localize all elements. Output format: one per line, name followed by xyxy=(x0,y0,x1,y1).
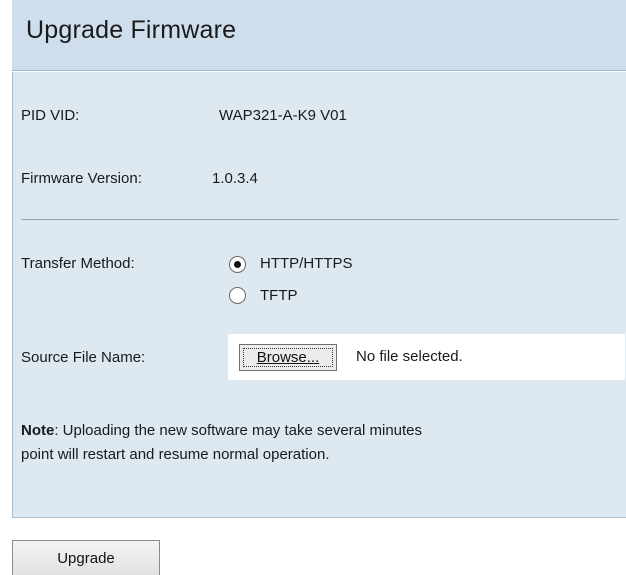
note-prefix: Note xyxy=(21,422,55,439)
browse-button-label: Browse... xyxy=(256,349,320,366)
radio-tftp[interactable] xyxy=(229,287,246,304)
transfer-method-label: Transfer Method: xyxy=(21,255,135,272)
firmware-panel: PID VID: WAP321-A-K9 V01 Firmware Versio… xyxy=(12,72,626,518)
note-text: Note: Uploading the new software may tak… xyxy=(21,419,625,467)
pid-vid-value: WAP321-A-K9 V01 xyxy=(219,107,347,124)
upgrade-firmware-page: Upgrade Firmware PID VID: WAP321-A-K9 V0… xyxy=(0,0,626,575)
radio-tftp-label[interactable]: TFTP xyxy=(260,287,298,304)
page-header: Upgrade Firmware xyxy=(12,0,626,71)
note-line-2: point will restart and resume normal ope… xyxy=(21,446,330,463)
upgrade-button[interactable]: Upgrade xyxy=(12,540,160,575)
firmware-version-value: 1.0.3.4 xyxy=(212,170,258,187)
firmware-version-label: Firmware Version: xyxy=(21,170,142,187)
browse-button[interactable]: Browse... xyxy=(239,344,337,371)
section-divider xyxy=(21,219,619,220)
note-line-1-text: : Uploading the new software may take se… xyxy=(54,422,423,439)
radio-http-https[interactable] xyxy=(229,256,246,273)
file-status: No file selected. xyxy=(356,348,463,365)
source-file-label: Source File Name: xyxy=(21,349,146,366)
pid-vid-label: PID VID: xyxy=(21,107,80,124)
page-title: Upgrade Firmware xyxy=(26,16,237,44)
file-input[interactable]: Browse... No file selected. xyxy=(228,334,625,380)
radio-http-https-label[interactable]: HTTP/HTTPS xyxy=(260,255,353,272)
note-line-1: Note: Uploading the new software may tak… xyxy=(21,419,625,443)
